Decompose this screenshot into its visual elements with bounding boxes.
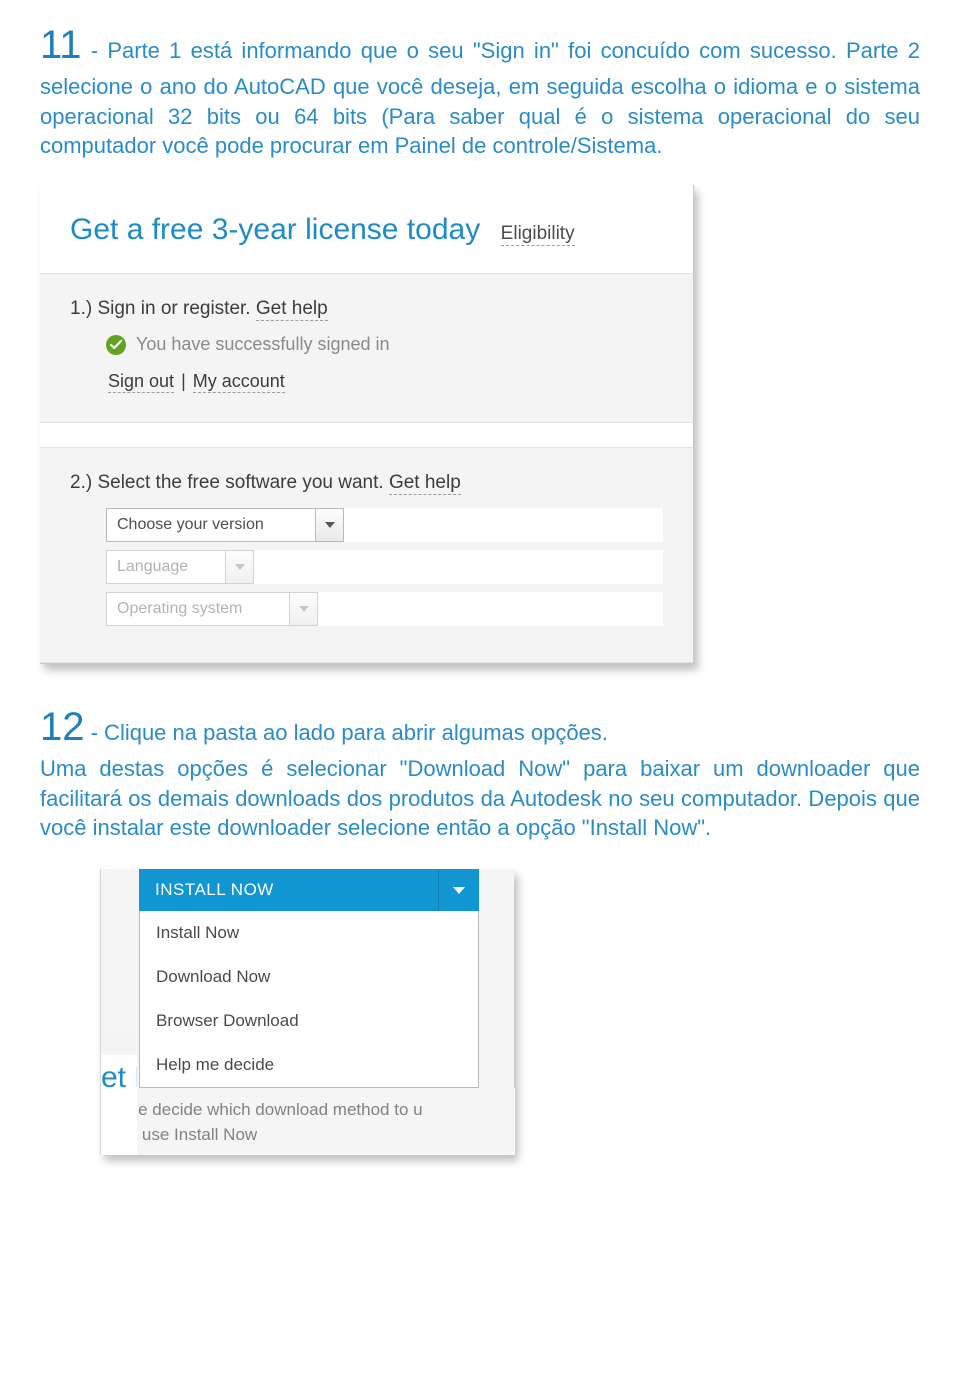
- install-panel: INSTALL NOW Install Now Download Now Bro…: [100, 869, 514, 1155]
- menu-install-now[interactable]: Install Now: [140, 911, 478, 955]
- signin-success-text: You have successfully signed in: [136, 334, 390, 355]
- link-separator: |: [176, 371, 191, 391]
- check-icon: [106, 335, 126, 355]
- version-dropdown-label: Choose your version: [106, 508, 316, 542]
- cropped-line-2: w to use Install Now: [106, 1123, 515, 1148]
- cropped-left-fragment: et H: [101, 1031, 137, 1155]
- menu-help-me-decide[interactable]: Help me decide: [140, 1043, 478, 1087]
- panel-gap: [40, 423, 693, 437]
- language-dropdown-label: Language: [106, 550, 226, 584]
- instruction-11: 11 - Parte 1 está informando que o seu "…: [40, 18, 920, 161]
- cropped-heading-fragment: et H: [101, 1061, 137, 1095]
- os-dropdown-label: Operating system: [106, 592, 290, 626]
- step-12-rest: Uma destas opções é selecionar "Download…: [40, 754, 920, 843]
- eligibility-link[interactable]: Eligibility: [501, 223, 575, 246]
- signin-success-row: You have successfully signed in: [106, 334, 663, 355]
- cropped-bottom-text: lp me decide which download method to u …: [102, 1088, 515, 1155]
- step1-get-help-link[interactable]: Get help: [256, 298, 328, 321]
- screenshot-license-panel: Get a free 3-year license today Eligibil…: [40, 185, 694, 664]
- account-links: Sign out | My account: [106, 371, 663, 392]
- language-dropdown[interactable]: Language: [106, 550, 663, 584]
- step1-line: 1.) Sign in or register. Get help: [70, 298, 663, 320]
- os-dropdown[interactable]: Operating system: [106, 592, 663, 626]
- step2-panel: 2.) Select the free software you want. G…: [40, 447, 693, 663]
- chevron-down-icon: [226, 550, 254, 584]
- menu-browser-download[interactable]: Browser Download: [140, 999, 478, 1043]
- sign-out-link[interactable]: Sign out: [108, 371, 174, 393]
- step-12-lead: - Clique na pasta ao lado para abrir alg…: [85, 720, 608, 745]
- version-dropdown[interactable]: Choose your version: [106, 508, 663, 542]
- instruction-12: 12 - Clique na pasta ao lado para abrir …: [40, 700, 920, 843]
- my-account-link[interactable]: My account: [193, 371, 285, 393]
- screenshot-install-menu: INSTALL NOW Install Now Download Now Bro…: [100, 869, 514, 1155]
- cropped-line-1: lp me decide which download method to u: [106, 1098, 515, 1123]
- step-number-11: 11: [40, 23, 82, 67]
- step1-panel: 1.) Sign in or register. Get help You ha…: [40, 273, 693, 423]
- menu-download-now[interactable]: Download Now: [140, 955, 478, 999]
- chevron-down-icon: [290, 592, 318, 626]
- install-menu: Install Now Download Now Browser Downloa…: [139, 911, 479, 1088]
- step2-prefix: 2.) Select the free software you want.: [70, 472, 389, 493]
- step2-get-help-link[interactable]: Get help: [389, 472, 461, 495]
- step1-prefix: 1.) Sign in or register.: [70, 298, 256, 319]
- chevron-down-icon[interactable]: [439, 869, 479, 911]
- step2-line: 2.) Select the free software you want. G…: [70, 472, 663, 494]
- install-now-label: INSTALL NOW: [139, 869, 439, 911]
- license-title: Get a free 3-year license today: [70, 213, 480, 246]
- step-number-12: 12: [40, 705, 85, 749]
- chevron-down-icon: [316, 508, 344, 542]
- license-header: Get a free 3-year license today Eligibil…: [40, 185, 693, 263]
- step-11-text: - Parte 1 está informando que o seu "Sig…: [40, 38, 920, 158]
- install-now-button[interactable]: INSTALL NOW: [139, 869, 479, 911]
